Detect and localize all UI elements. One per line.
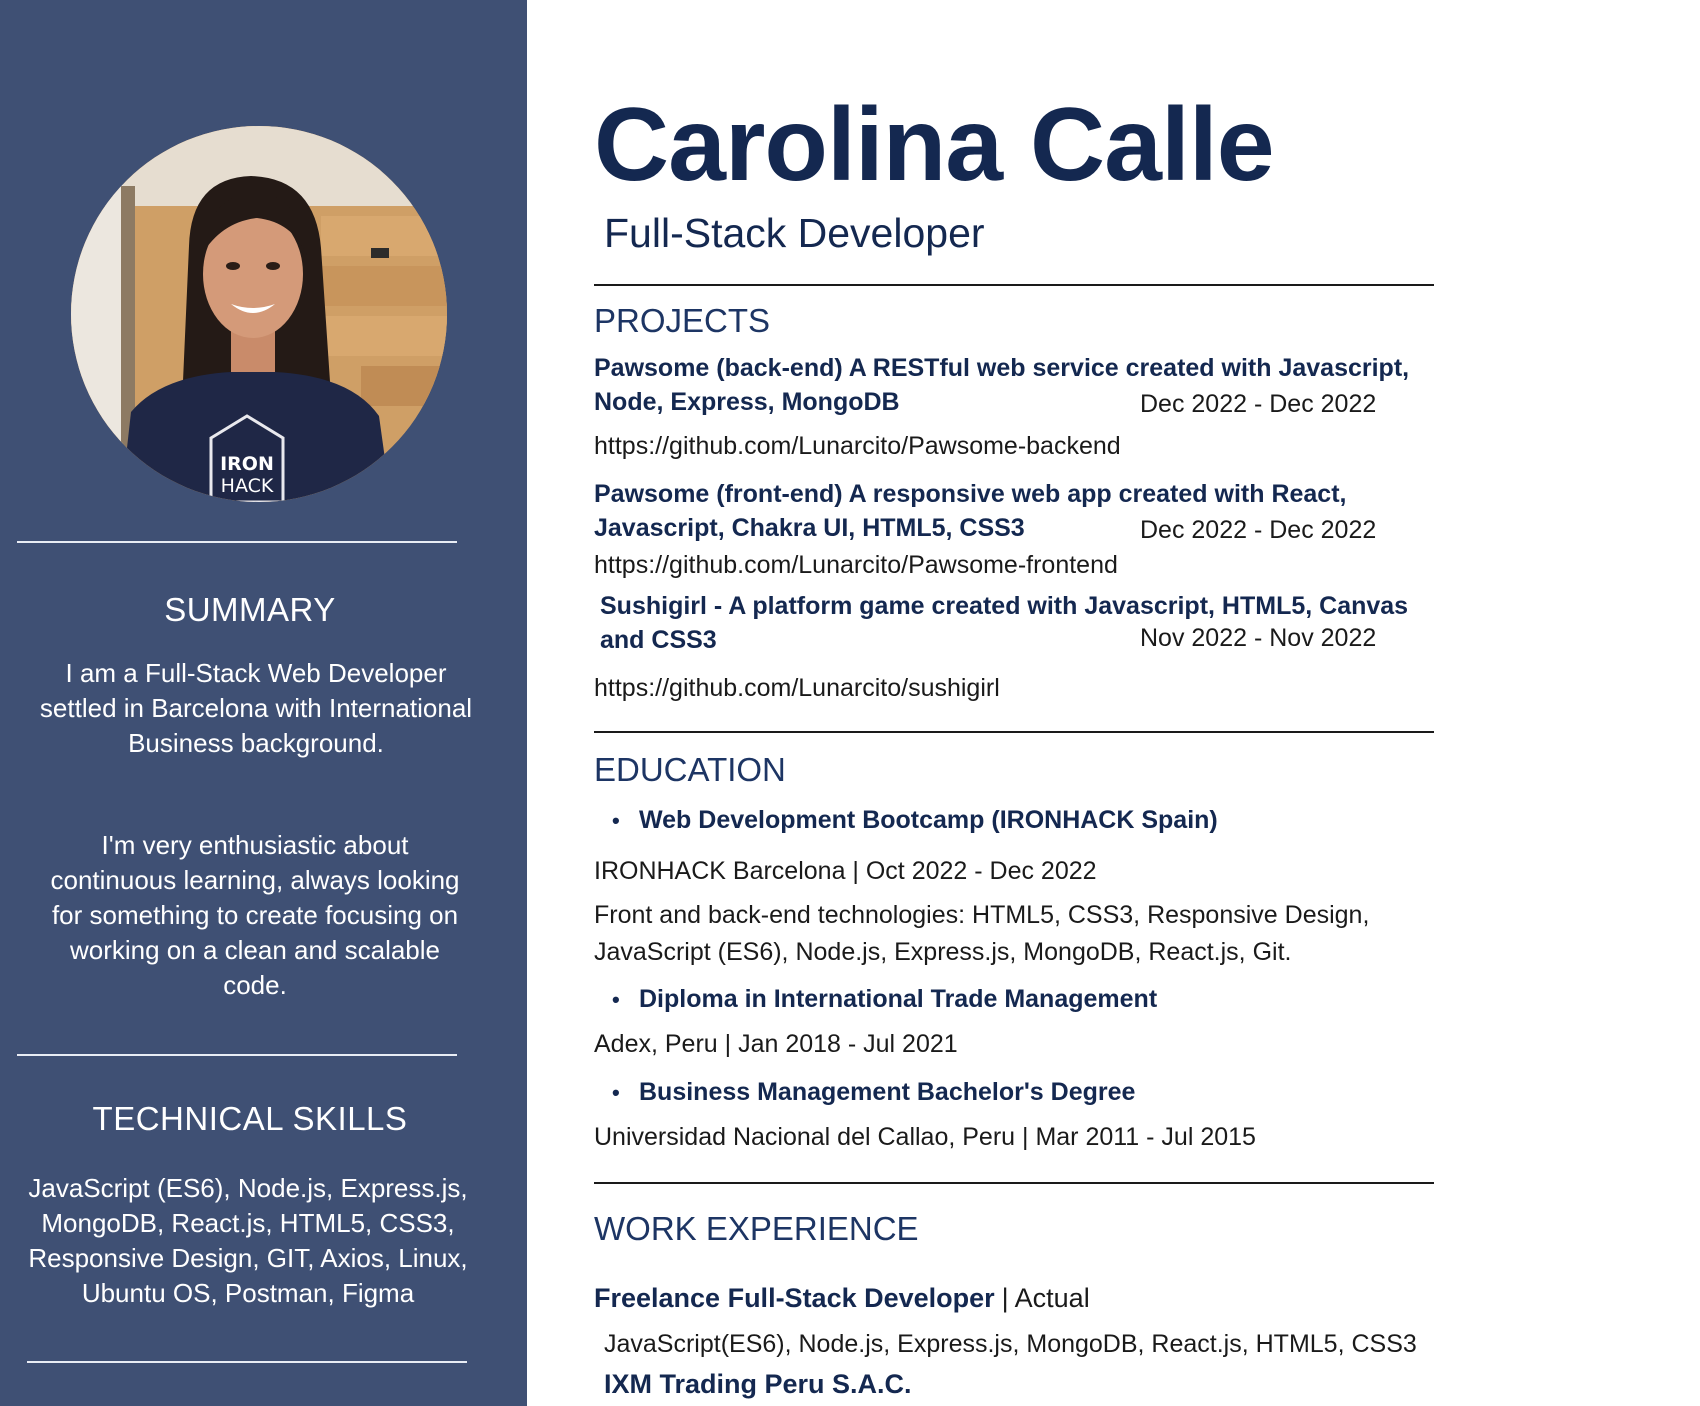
work-heading: WORK EXPERIENCE: [594, 1210, 919, 1247]
project-link[interactable]: https://github.com/Lunarcito/sushigirl: [594, 670, 1000, 707]
projects-heading: PROJECTS: [594, 302, 771, 339]
education-title: • Business Management Bachelor's Degree: [612, 1078, 1135, 1107]
education-title: • Diploma in International Trade Manageme…: [612, 985, 1157, 1014]
education-meta: Adex, Peru | Jan 2018 - Jul 2021: [594, 1030, 958, 1058]
project-dates: Nov 2022 - Nov 2022: [1140, 624, 1377, 652]
section-divider: [594, 731, 1434, 733]
profile-photo: IRON HACK: [71, 126, 447, 502]
profile-photo-illustration: IRON HACK: [71, 126, 447, 502]
project-link[interactable]: https://github.com/Lunarcito/Pawsome-fro…: [594, 547, 1118, 584]
summary-text: I am a Full-Stack Web Developer settled …: [39, 658, 473, 758]
education-title: • Web Development Bootcamp (IRONHACK Spai…: [612, 806, 1218, 835]
education-heading: EDUCATION: [594, 751, 786, 788]
sidebar-divider: [17, 541, 457, 543]
skills-text: JavaScript (ES6), Node.js, Express.js, M…: [28, 1173, 468, 1308]
candidate-role: Full-Stack Developer: [604, 210, 985, 256]
job-stack: JavaScript(ES6), Node.js, Express.js, Mo…: [604, 1330, 1417, 1358]
summary-heading: SUMMARY: [164, 591, 336, 628]
job-company: IXM Trading Peru S.A.C.: [604, 1366, 912, 1404]
summary-text-2: I'm very enthusiastic about continuous l…: [50, 830, 460, 1000]
bullet-icon: •: [612, 1080, 620, 1105]
section-divider: [594, 1182, 1434, 1184]
job-period: | Actual: [1001, 1283, 1090, 1313]
sidebar-divider: [17, 1054, 457, 1056]
education-title-text: Business Management Bachelor's Degree: [639, 1078, 1136, 1106]
education-detail: Front and back-end technologies: HTML5, …: [594, 901, 1370, 966]
section-divider: [594, 284, 1434, 286]
project-dates: Dec 2022 - Dec 2022: [1140, 390, 1377, 418]
job-company-name: IXM Trading Peru S.A.C.: [604, 1369, 912, 1399]
job-title: Freelance Full-Stack Developer: [594, 1283, 995, 1313]
education-title-text: Diploma in International Trade Managemen…: [639, 985, 1158, 1013]
skills-heading: TECHNICAL SKILLS: [92, 1100, 408, 1137]
project-dates: Dec 2022 - Dec 2022: [1140, 516, 1377, 538]
shirt-logo-line2: HACK: [221, 475, 274, 497]
sidebar: IRON HACK SUMMARY I am a Full-Stack Web …: [0, 0, 527, 1406]
education-title-text: Web Development Bootcamp (IRONHACK Spain…: [639, 806, 1218, 834]
bullet-icon: •: [612, 987, 620, 1012]
project-link[interactable]: https://github.com/Lunarcito/Pawsome-bac…: [594, 428, 1121, 465]
education-meta: IRONHACK Barcelona | Oct 2022 - Dec 2022: [594, 857, 1097, 885]
shirt-logo-line1: IRON: [220, 453, 274, 475]
sidebar-divider: [27, 1361, 467, 1363]
bullet-icon: •: [612, 808, 620, 833]
education-meta: Universidad Nacional del Callao, Peru | …: [594, 1123, 1256, 1151]
candidate-name: Carolina Calle: [594, 87, 1275, 203]
job-title-row: Freelance Full-Stack Developer | Actual: [594, 1278, 1090, 1319]
